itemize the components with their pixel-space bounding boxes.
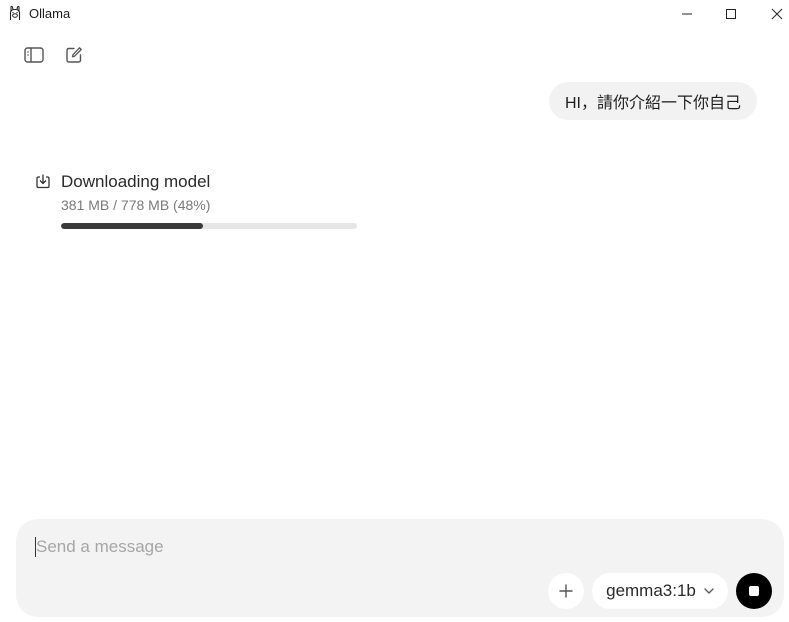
stop-button[interactable] bbox=[736, 573, 772, 609]
download-icon bbox=[36, 174, 50, 189]
text-caret bbox=[35, 537, 36, 557]
user-message-bubble: HI，請你介紹一下你自己 bbox=[548, 82, 757, 120]
llama-icon bbox=[9, 5, 21, 20]
maximize-button[interactable] bbox=[708, 0, 754, 28]
sidebar-toggle-button[interactable] bbox=[20, 41, 48, 69]
message-composer: gemma3:1b bbox=[16, 519, 784, 617]
new-chat-icon bbox=[66, 47, 82, 63]
window-title: Ollama bbox=[29, 6, 71, 21]
new-chat-button[interactable] bbox=[60, 41, 88, 69]
plus-icon bbox=[559, 584, 573, 598]
download-title: Downloading model bbox=[61, 172, 211, 191]
title-bar: Ollama bbox=[0, 0, 789, 28]
close-button[interactable] bbox=[754, 0, 789, 28]
download-progress-fill bbox=[61, 223, 204, 229]
maximize-icon bbox=[726, 9, 736, 19]
minimize-icon bbox=[682, 13, 692, 15]
close-icon bbox=[771, 8, 783, 20]
attach-button[interactable] bbox=[548, 573, 584, 609]
download-progress-bar bbox=[61, 223, 357, 229]
model-name: gemma3:1b bbox=[606, 581, 696, 600]
sidebar-toggle-icon bbox=[24, 47, 44, 63]
download-progress-text: 381 MB / 778 MB (48%) bbox=[61, 197, 211, 213]
message-input[interactable] bbox=[36, 535, 756, 559]
stop-icon bbox=[749, 586, 759, 596]
minimize-button[interactable] bbox=[664, 0, 710, 28]
user-message-text: HI，請你介紹一下你自己 bbox=[564, 95, 741, 112]
model-selector[interactable]: gemma3:1b bbox=[592, 573, 728, 609]
chevron-down-icon bbox=[704, 588, 714, 594]
app-window: Ollama HI，請你介紹一下你自己 Downloading model 38… bbox=[0, 0, 789, 622]
